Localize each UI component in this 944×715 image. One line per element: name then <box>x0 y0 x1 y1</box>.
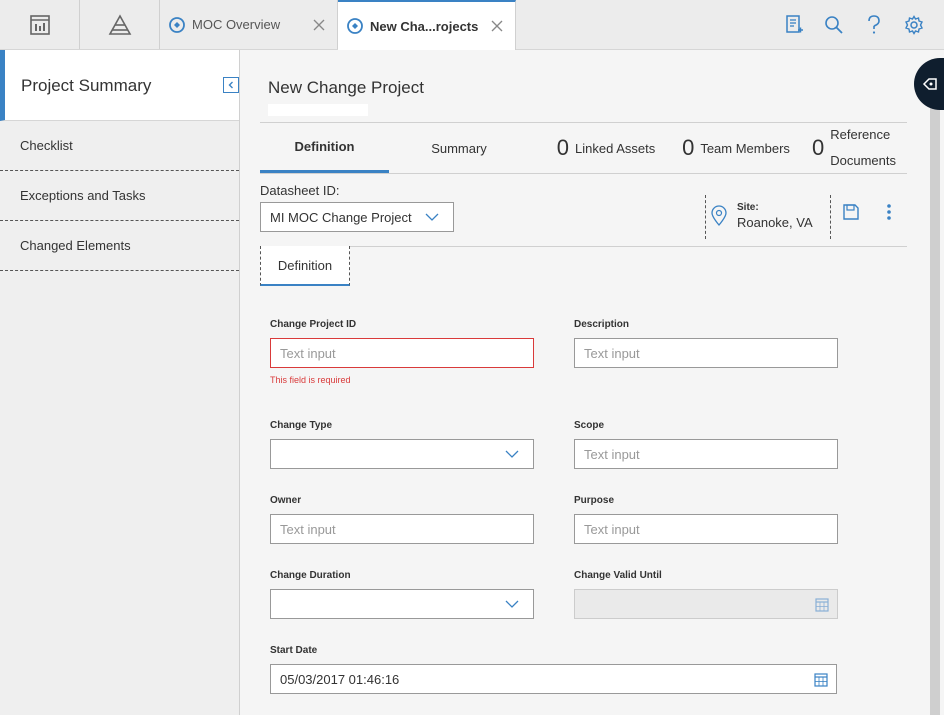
subtab-definition[interactable]: Definition <box>260 246 350 286</box>
team-members-count: 0 <box>682 135 695 160</box>
top-tab-bar: MOC Overview New Cha...rojects <box>0 0 944 50</box>
tab-team-members[interactable]: 0 Team Members <box>680 123 792 173</box>
sidebar-item-exceptions-and-tasks[interactable]: Exceptions and Tasks <box>0 171 239 221</box>
close-icon[interactable] <box>487 16 507 36</box>
strategy-button[interactable] <box>80 0 160 49</box>
calendar-icon[interactable] <box>814 672 828 687</box>
placeholder: Text input <box>280 521 336 537</box>
site-value: Roanoke, VA <box>737 215 813 230</box>
datasheet-select[interactable]: MI MOC Change Project <box>260 202 454 232</box>
change-valid-until-input <box>574 589 838 619</box>
tab-new-change-projects[interactable]: New Cha...rojects <box>338 0 516 50</box>
tab-label: Definition <box>294 139 355 154</box>
sidebar-header: Project Summary <box>0 50 239 121</box>
more-options-icon[interactable] <box>885 203 893 221</box>
change-project-id-label: Change Project ID <box>270 319 357 330</box>
sidebar-item-label: Checklist <box>20 138 73 153</box>
change-project-id-input[interactable]: Text input <box>270 338 534 368</box>
tab-label: New Cha...rojects <box>370 18 479 34</box>
change-duration-select[interactable] <box>270 589 534 619</box>
sidebar-title: Project Summary <box>21 76 152 95</box>
divider <box>260 246 907 247</box>
tab-label: Reference Documents <box>830 122 896 174</box>
subtab-label: Definition <box>277 257 333 273</box>
scrollbar[interactable] <box>930 50 944 715</box>
chevron-down-icon <box>505 450 519 458</box>
change-type-select[interactable] <box>270 439 534 469</box>
pyramid-icon <box>108 13 131 35</box>
purpose-label: Purpose <box>574 495 615 506</box>
tab-label: Summary <box>431 140 487 156</box>
sidebar-item-checklist[interactable]: Checklist <box>0 121 239 171</box>
description-label: Description <box>574 319 630 330</box>
tab-reference-documents[interactable]: 0 Reference Documents <box>804 123 904 173</box>
report-icon[interactable] <box>782 13 806 37</box>
site-info: Site: Roanoke, VA <box>705 195 831 239</box>
moc-icon <box>169 16 185 33</box>
chevron-down-icon <box>505 600 519 608</box>
description-input[interactable]: Text input <box>574 338 838 368</box>
calendar-icon <box>815 598 829 612</box>
main-content: New Change Project Definition Summary 0L… <box>240 50 930 715</box>
tab-definition[interactable]: Definition <box>260 123 389 173</box>
help-icon[interactable] <box>862 13 886 37</box>
tab-label: Linked Assets <box>575 140 656 156</box>
sidebar-item-label: Exceptions and Tasks <box>20 188 146 203</box>
sidebar-item-label: Changed Elements <box>20 238 131 253</box>
placeholder: Text input <box>280 345 336 361</box>
start-date-value: 05/03/2017 01:46:16 <box>280 671 400 687</box>
scope-label: Scope <box>574 420 605 431</box>
search-icon[interactable] <box>822 13 846 37</box>
page-title: New Change Project <box>268 78 424 97</box>
top-right-toolbar <box>782 13 926 37</box>
chevron-down-icon <box>425 213 439 221</box>
site-label: Site: <box>737 202 759 213</box>
datasheet-label: Datasheet ID: <box>260 183 340 198</box>
scope-input[interactable]: Text input <box>574 439 838 469</box>
tab-label: Team Members <box>700 140 790 156</box>
owner-input[interactable]: Text input <box>270 514 534 544</box>
change-duration-label: Change Duration <box>270 570 351 581</box>
tab-moc-overview[interactable]: MOC Overview <box>160 0 338 49</box>
dashboard-icon <box>29 14 50 35</box>
placeholder: Text input <box>584 521 640 537</box>
gear-icon[interactable] <box>902 13 926 37</box>
tab-summary[interactable]: Summary <box>394 123 524 173</box>
tab-label-line2: Documents <box>830 153 896 168</box>
error-message: This field is required <box>270 375 351 385</box>
placeholder: Text input <box>584 345 640 361</box>
change-valid-until-label: Change Valid Until <box>574 570 662 581</box>
owner-label: Owner <box>270 495 302 506</box>
tab-linked-assets[interactable]: 0 Linked Assets <box>556 123 656 173</box>
placeholder: Text input <box>584 446 640 462</box>
linked-assets-count: 0 <box>556 135 570 160</box>
purpose-input[interactable]: Text input <box>574 514 838 544</box>
tab-label: MOC Overview <box>192 17 281 32</box>
record-tabs: Definition Summary 0 Linked Assets 0 Team … <box>260 122 907 174</box>
sidebar: Project Summary Checklist Exceptions and… <box>0 50 240 715</box>
change-type-label: Change Type <box>270 420 333 431</box>
reference-documents-count: 0 <box>812 135 825 160</box>
location-pin-icon <box>711 205 727 226</box>
collapse-sidebar-icon[interactable] <box>223 77 239 93</box>
save-icon[interactable] <box>842 203 860 221</box>
start-date-label: Start Date <box>270 645 318 656</box>
datasheet-value: MI MOC Change Project <box>270 209 412 225</box>
dashboard-button[interactable] <box>0 0 80 49</box>
tab-label-line1: Reference <box>830 127 891 142</box>
close-icon[interactable] <box>309 15 329 35</box>
start-date-input[interactable]: 05/03/2017 01:46:16 <box>270 664 837 694</box>
sidebar-item-changed-elements[interactable]: Changed Elements <box>0 221 239 271</box>
title-underline <box>268 104 368 116</box>
expand-panel-icon <box>922 78 937 90</box>
scrollbar-thumb[interactable] <box>930 90 940 715</box>
moc-icon <box>347 18 363 34</box>
